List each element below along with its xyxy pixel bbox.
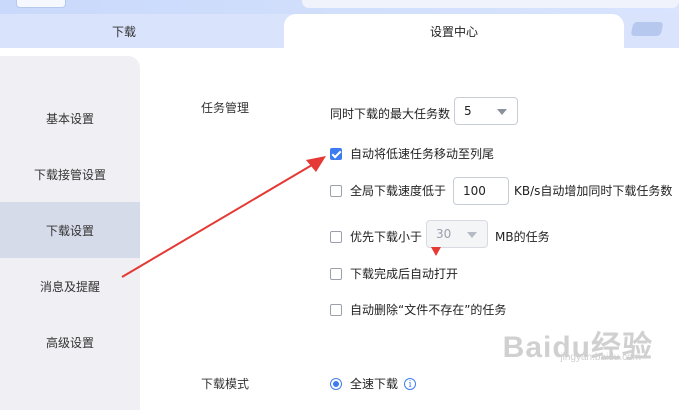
priority-small-select[interactable]: 30 (426, 220, 488, 248)
sidebar-item-notifications[interactable]: 消息及提醒 (0, 258, 140, 314)
sidebar-item-basic[interactable]: 基本设置 (0, 90, 140, 146)
priority-small-row[interactable]: 优先下载小于 (330, 228, 422, 245)
tab-download-label: 下载 (112, 25, 137, 39)
full-speed-radio[interactable] (330, 377, 342, 390)
info-icon[interactable]: i (404, 377, 417, 390)
tab-settings-center-label: 设置中心 (430, 25, 479, 39)
tab-settings-center[interactable]: 设置中心 (284, 14, 624, 48)
auto-delete-label: 自动删除“文件不存在”的任务 (350, 303, 507, 317)
section-title-task-management: 任务管理 (201, 101, 250, 115)
tab-extra-button[interactable] (630, 22, 664, 36)
settings-sidebar: 基本设置 下载接管设置 下载设置 消息及提醒 高级设置 (0, 56, 140, 410)
global-speed-checkbox[interactable] (330, 184, 342, 197)
sidebar-item-label: 下载设置 (45, 223, 94, 238)
auto-open-checkbox[interactable] (330, 267, 342, 280)
auto-delete-row[interactable]: 自动删除“文件不存在”的任务 (330, 301, 506, 318)
top-button[interactable] (16, 0, 66, 8)
sidebar-item-advanced[interactable]: 高级设置 (0, 314, 140, 370)
priority-small-value: 30 (436, 227, 452, 241)
global-speed-row[interactable]: 全局下载速度低于 (330, 182, 446, 199)
chevron-down-icon (497, 109, 507, 115)
move-slow-label: 自动将低速任务移动至列尾 (350, 147, 495, 161)
global-speed-input[interactable]: 100 (453, 177, 509, 205)
section-title-download-mode: 下载模式 (201, 377, 250, 391)
global-speed-value: 100 (463, 184, 486, 198)
sidebar-item-label: 高级设置 (45, 335, 94, 350)
chevron-down-icon (467, 232, 477, 238)
baidu-watermark-url: jingyan.baidu.com (560, 352, 641, 363)
full-speed-label: 全速下载 (350, 377, 399, 391)
auto-open-label: 下载完成后自动打开 (350, 267, 459, 281)
window-top-strip (0, 0, 679, 14)
global-speed-suffix: KB/s自动增加同时下载任务数 (514, 184, 673, 198)
move-slow-checkbox[interactable] (330, 147, 342, 160)
sidebar-item-label: 下载接管设置 (33, 167, 106, 182)
sidebar-item-label: 基本设置 (45, 111, 94, 126)
global-speed-label: 全局下载速度低于 (350, 184, 447, 198)
max-tasks-value: 5 (464, 104, 472, 118)
max-tasks-select[interactable]: 5 (454, 97, 518, 125)
move-slow-row[interactable]: 自动将低速任务移动至列尾 (330, 145, 494, 162)
tab-bar: 下载 设置中心 (0, 14, 679, 48)
sidebar-item-download-takeover[interactable]: 下载接管设置 (0, 146, 140, 202)
priority-small-suffix-row: MB的任务 (495, 228, 550, 245)
max-tasks-row: 同时下载的最大任务数 (330, 105, 450, 122)
top-search-bar[interactable] (302, 0, 679, 8)
priority-small-label: 优先下载小于 (350, 230, 423, 244)
priority-small-checkbox[interactable] (330, 230, 342, 243)
auto-delete-checkbox[interactable] (330, 303, 342, 316)
priority-small-suffix: MB的任务 (495, 230, 550, 244)
global-speed-suffix-row: KB/s自动增加同时下载任务数 (514, 182, 672, 199)
sidebar-item-label: 消息及提醒 (39, 279, 100, 294)
sidebar-item-download-settings[interactable]: 下载设置 (0, 202, 140, 258)
tab-download[interactable]: 下载 (0, 14, 300, 48)
full-speed-row[interactable]: 全速下载 i (330, 375, 417, 392)
max-tasks-label: 同时下载的最大任务数 (330, 107, 451, 121)
auto-open-row[interactable]: 下载完成后自动打开 (330, 265, 458, 282)
